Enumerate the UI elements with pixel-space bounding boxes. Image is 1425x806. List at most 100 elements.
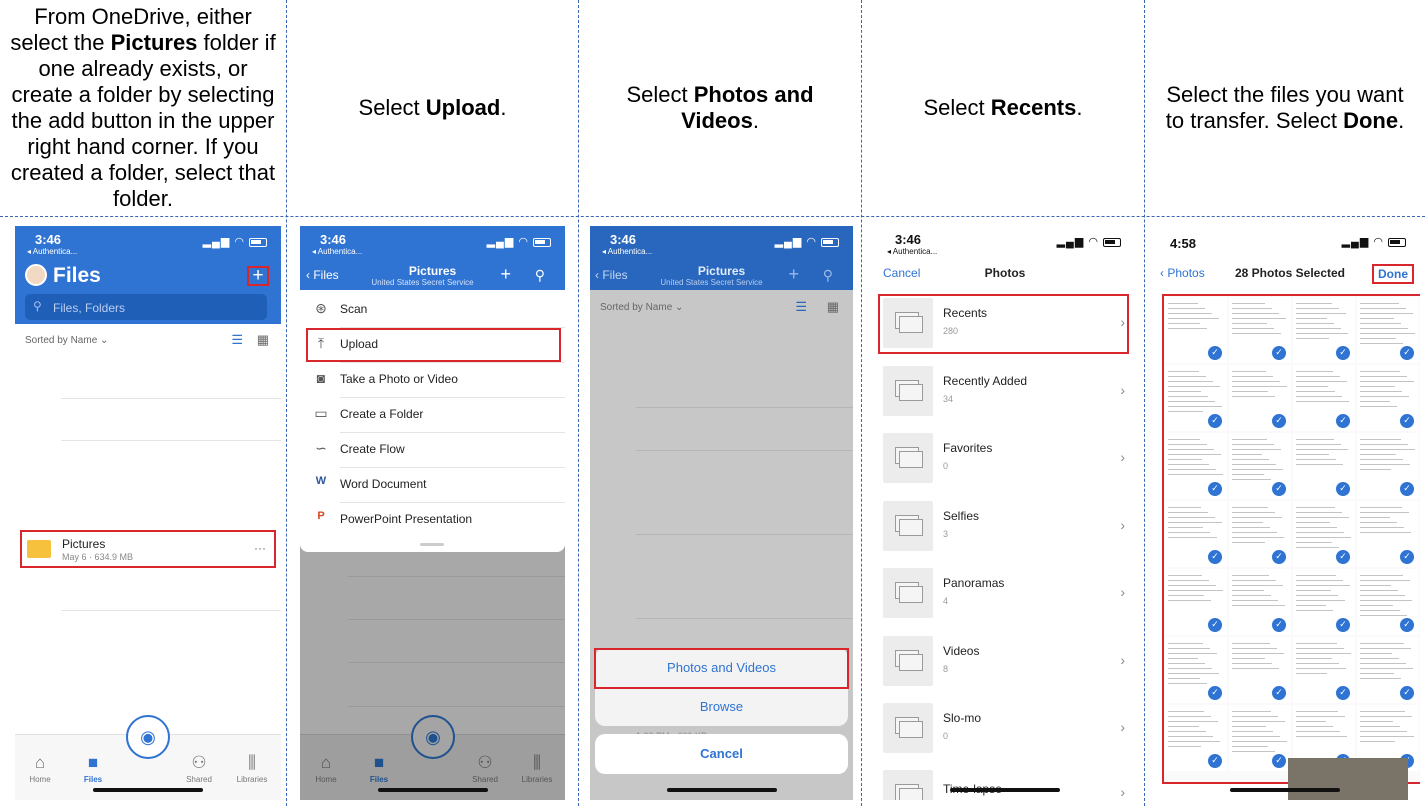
back-button[interactable]: ‹ Photos [1160, 266, 1205, 280]
text-line [1360, 449, 1415, 450]
document-thumbnail[interactable]: ✓ [1357, 637, 1419, 703]
text-line [1360, 386, 1395, 387]
back-to-app-link[interactable]: ◂ Authentica... [312, 247, 362, 256]
status-time: 3:46 [35, 232, 62, 247]
text-line [1360, 313, 1413, 314]
album-row-videos[interactable]: Videos 8 › [883, 636, 1127, 702]
document-thumbnail[interactable]: ✓ [1229, 705, 1291, 771]
avatar[interactable] [25, 264, 47, 286]
sort-dropdown[interactable]: Sorted by Name ⌄ [600, 302, 683, 313]
album-row-selfies[interactable]: Selfies 3 › [883, 501, 1127, 567]
document-thumbnail[interactable]: ✓ [1357, 297, 1419, 363]
search-icon[interactable]: ⚲ [823, 267, 833, 284]
list-view-icon[interactable]: ☰ [795, 299, 807, 315]
document-thumbnail[interactable]: ✓ [1293, 569, 1355, 635]
document-thumbnail[interactable]: ✓ [1357, 365, 1419, 431]
document-thumbnail[interactable]: ✓ [1229, 433, 1291, 499]
text-line [1232, 459, 1269, 460]
tab-shared[interactable]: ⚇ Shared [455, 753, 515, 784]
album-name: Recently Added [943, 374, 1028, 388]
tab-home[interactable]: ⌂ Home [15, 753, 70, 784]
status-bar: 3:46 ◂ Authentica... ▂▄▆ ◠ [590, 226, 853, 260]
document-thumbnail[interactable]: ✓ [1293, 501, 1355, 567]
menu-item-word-document[interactable]: W Word Document [300, 467, 565, 502]
text-line [1168, 736, 1213, 737]
text-line [1232, 313, 1279, 314]
search-input[interactable]: ⚲ Files, Folders [25, 294, 267, 320]
list-view-icon[interactable]: ☰ [231, 332, 243, 348]
document-thumbnail[interactable]: ✓ [1357, 569, 1419, 635]
document-thumbnail[interactable]: ✓ [1293, 297, 1355, 363]
add-button[interactable]: + [247, 266, 269, 286]
add-icon[interactable]: + [500, 264, 511, 285]
document-thumbnail[interactable]: ✓ [1165, 569, 1227, 635]
camera-button[interactable]: ◉ [126, 715, 170, 759]
document-thumbnail[interactable]: ✓ [1293, 365, 1355, 431]
more-options-button[interactable]: ··· [254, 541, 266, 555]
tab-files[interactable]: ■ Files [63, 753, 123, 784]
document-thumbnail[interactable]: ✓ [1229, 297, 1291, 363]
document-thumbnail[interactable]: ✓ [1293, 637, 1355, 703]
document-thumbnail[interactable]: ✓ [1229, 637, 1291, 703]
text-line [1232, 731, 1273, 732]
text-line [1232, 668, 1279, 669]
add-icon[interactable]: + [788, 264, 799, 285]
upload-highlight [306, 328, 561, 362]
text-line [1232, 391, 1268, 392]
page-title: Photos [984, 266, 1026, 280]
text-line [1232, 537, 1284, 538]
document-thumbnail[interactable]: ✓ [1229, 501, 1291, 567]
selected-check-icon: ✓ [1399, 685, 1415, 701]
folder-icon: ■ [373, 753, 385, 772]
pictures-folder-row[interactable]: Pictures May 6 · 634.9 MB ··· [20, 530, 276, 568]
tab-shared[interactable]: ⚇ Shared [169, 753, 229, 784]
cancel-button[interactable]: Cancel [595, 734, 848, 774]
tab-libraries[interactable]: ⫼ Libraries [507, 753, 565, 784]
album-row-panoramas[interactable]: Panoramas 4 › [883, 568, 1127, 634]
text-line [1168, 449, 1214, 450]
document-thumbnail[interactable]: ✓ [1165, 705, 1227, 771]
document-thumbnail[interactable]: ✓ [1165, 297, 1227, 363]
back-to-app-link[interactable]: ◂ Authentica... [27, 247, 77, 256]
instruction-step-3: Select Photos and Videos. [626, 82, 814, 133]
menu-item-scan[interactable]: ⊛ Scan [300, 292, 565, 327]
grid-view-icon[interactable]: ▦ [827, 299, 839, 315]
menu-item-take-photo[interactable]: ◙ Take a Photo or Video [300, 362, 565, 397]
menu-item-powerpoint[interactable]: P PowerPoint Presentation [300, 502, 565, 537]
photo-thumbnail[interactable] [1288, 758, 1408, 800]
album-row-slo-mo[interactable]: Slo-mo 0 › [883, 703, 1127, 769]
back-button[interactable]: ‹ Files [595, 268, 628, 282]
selected-check-icon: ✓ [1207, 345, 1223, 361]
done-button[interactable]: Done [1372, 264, 1414, 284]
text-line [1168, 658, 1198, 659]
document-thumbnail[interactable]: ✓ [1357, 433, 1419, 499]
document-thumbnail[interactable]: ✓ [1165, 365, 1227, 431]
text-line [1360, 527, 1404, 528]
back-button[interactable]: ‹ Files [306, 268, 339, 282]
back-to-app-link[interactable]: ◂ Authentica... [887, 247, 937, 256]
document-thumbnail[interactable]: ✓ [1293, 433, 1355, 499]
tab-files[interactable]: ■ Files [349, 753, 409, 784]
document-thumbnail[interactable]: ✓ [1229, 569, 1291, 635]
document-thumbnail[interactable]: ✓ [1229, 365, 1291, 431]
tab-libraries[interactable]: ⫼ Libraries [222, 753, 281, 784]
sort-dropdown[interactable]: Sorted by Name ⌄ [25, 335, 108, 346]
tab-home[interactable]: ⌂ Home [300, 753, 356, 784]
menu-item-create-flow[interactable]: ∽ Create Flow [300, 432, 565, 467]
document-thumbnail[interactable]: ✓ [1357, 501, 1419, 567]
screenshot-upload-source: 3:46 ◂ Authentica... ▂▄▆ ◠ ‹ Files Pictu… [590, 226, 853, 800]
document-thumbnail[interactable]: ✓ [1165, 433, 1227, 499]
document-thumbnail[interactable]: ✓ [1165, 637, 1227, 703]
text-line [1232, 318, 1286, 319]
menu-item-create-folder[interactable]: ▭ Create a Folder [300, 397, 565, 432]
document-thumbnail[interactable]: ✓ [1165, 501, 1227, 567]
album-row-time-lapse[interactable]: Time-lapse › [883, 770, 1127, 800]
back-to-app-link[interactable]: ◂ Authentica... [602, 247, 652, 256]
cancel-button[interactable]: Cancel [883, 266, 920, 280]
browse-option[interactable]: Browse [595, 688, 848, 726]
grid-view-icon[interactable]: ▦ [257, 332, 269, 348]
album-row-recently-added[interactable]: Recently Added 34 › [883, 366, 1127, 432]
album-row-favorites[interactable]: Favorites 0 › [883, 433, 1127, 499]
search-icon[interactable]: ⚲ [535, 267, 545, 284]
camera-button[interactable]: ◉ [411, 715, 455, 759]
